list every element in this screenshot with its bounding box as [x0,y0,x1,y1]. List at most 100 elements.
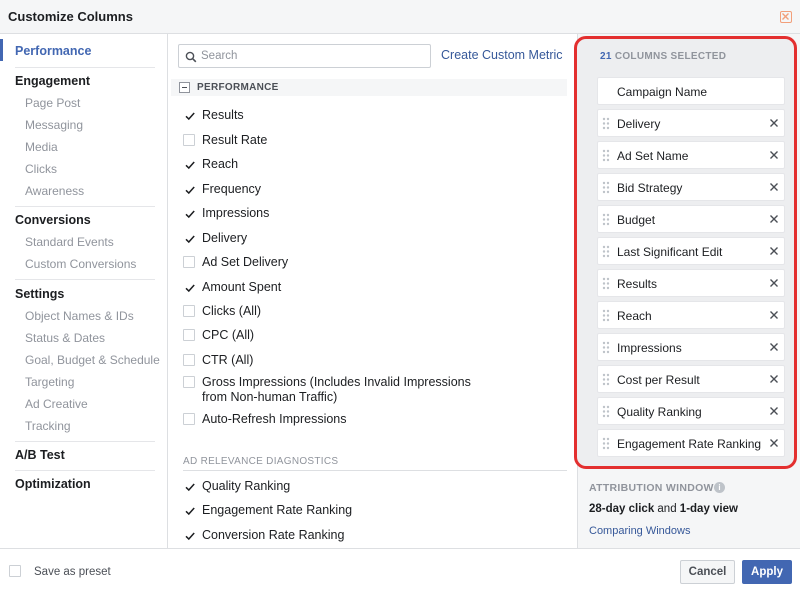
selected-column-bid-strategy[interactable]: Bid Strategy [597,173,785,201]
metric-label: Results [202,108,244,123]
drag-handle-icon[interactable] [602,149,610,162]
sidebar-divider [15,67,155,68]
sidebar-item-tracking[interactable]: Tracking [25,419,71,433]
selected-column-name: Last Significant Edit [617,245,723,259]
sidebar-item-optimization[interactable]: Optimization [15,477,91,491]
drag-handle-icon[interactable] [602,277,610,290]
metric-label: Gross Impressions (Includes Invalid Impr… [202,375,471,405]
sidebar-item-messaging[interactable]: Messaging [25,118,83,132]
sidebar-item-targeting[interactable]: Targeting [25,375,74,389]
metric-checkbox[interactable] [183,504,195,516]
sidebar-item-goal-budget[interactable]: Goal, Budget & Schedule [25,353,160,367]
drag-handle-icon[interactable] [602,437,610,450]
sidebar-item-media[interactable]: Media [25,140,58,154]
sidebar-item-conversions[interactable]: Conversions [15,213,91,227]
selected-column-reach[interactable]: Reach [597,301,785,329]
metric-checkbox[interactable] [183,354,195,366]
selected-column-name: Impressions [617,341,682,355]
apply-button[interactable]: Apply [742,560,792,584]
selected-column-last-significant-edit[interactable]: Last Significant Edit [597,237,785,265]
drag-handle-icon[interactable] [602,405,610,418]
comparing-windows-link[interactable]: Comparing Windows [589,525,690,537]
metric-label-text: Impressions [202,206,270,220]
metric-label-text: Frequency [202,182,262,196]
sidebar-item-ab-test[interactable]: A/B Test [15,448,65,462]
metric-checkbox[interactable] [183,109,195,121]
drag-handle-icon[interactable] [602,245,610,258]
remove-column-icon[interactable] [769,214,779,224]
check-icon [185,210,195,219]
selected-column-budget[interactable]: Budget [597,205,785,233]
metric-checkbox[interactable] [183,305,195,317]
dialog-title: Customize Columns [8,9,133,24]
metric-label: Auto-Refresh Impressions [202,412,347,427]
selected-column-name: Bid Strategy [617,181,683,195]
metric-checkbox[interactable] [183,183,195,195]
selected-column-cost-per-result[interactable]: Cost per Result [597,365,785,393]
selected-column-delivery[interactable]: Delivery [597,109,785,137]
metric-checkbox[interactable] [183,134,195,146]
create-custom-metric-link[interactable]: Create Custom Metric [441,48,563,62]
selected-column-ad-set-name[interactable]: Ad Set Name [597,141,785,169]
sidebar-item-page-post[interactable]: Page Post [25,96,80,110]
drag-handle-icon[interactable] [602,373,610,386]
metric-checkbox[interactable] [183,480,195,492]
remove-column-icon[interactable] [769,118,779,128]
metric-checkbox[interactable] [183,158,195,170]
sidebar-item-clicks[interactable]: Clicks [25,162,57,176]
metric-checkbox[interactable] [183,232,195,244]
search-input[interactable] [201,48,425,64]
sidebar-item-awareness[interactable]: Awareness [25,184,84,198]
metric-checkbox[interactable] [183,413,195,425]
metric-checkbox[interactable] [183,256,195,268]
metric-label-text: Results [202,108,244,122]
metric-checkbox[interactable] [183,376,195,388]
sidebar-item-custom-conversions[interactable]: Custom Conversions [25,257,136,271]
metric-checkbox[interactable] [183,329,195,341]
drag-handle-icon[interactable] [602,341,610,354]
sidebar-item-object-names[interactable]: Object Names & IDs [25,309,134,323]
save-preset-checkbox[interactable] [9,565,21,577]
metric-checkbox[interactable] [183,529,195,541]
sidebar-divider [15,206,155,207]
columns-selected-count: 21 COLUMNS SELECTED [600,51,726,62]
check-icon [185,483,195,492]
dialog-title-bar: Customize Columns [0,0,800,34]
remove-column-icon[interactable] [769,278,779,288]
metric-label-text: Amount Spent [202,280,282,294]
metric-checkbox[interactable] [183,281,195,293]
remove-column-icon[interactable] [769,246,779,256]
close-icon[interactable] [780,11,792,23]
drag-handle-icon[interactable] [602,309,610,322]
sidebar-item-ad-creative[interactable]: Ad Creative [25,397,88,411]
sidebar-item-engagement[interactable]: Engagement [15,74,90,88]
performance-section-header[interactable]: PERFORMANCE [171,79,567,96]
remove-column-icon[interactable] [769,406,779,416]
drag-handle-icon[interactable] [602,117,610,130]
remove-column-icon[interactable] [769,310,779,320]
remove-column-icon[interactable] [769,438,779,448]
cancel-button[interactable]: Cancel [680,560,735,584]
sidebar-item-performance[interactable]: Performance [15,44,91,58]
selected-count-label: COLUMNS SELECTED [614,51,727,62]
sidebar-item-status-dates[interactable]: Status & Dates [25,331,105,345]
sidebar-item-standard-events[interactable]: Standard Events [25,235,114,249]
remove-column-icon[interactable] [769,182,779,192]
remove-column-icon[interactable] [769,150,779,160]
sidebar-item-settings[interactable]: Settings [15,287,64,301]
selected-column-campaign-name[interactable]: Campaign Name [597,77,785,105]
selected-column-results[interactable]: Results [597,269,785,297]
collapse-icon[interactable] [179,82,190,93]
selected-column-impressions[interactable]: Impressions [597,333,785,361]
drag-handle-icon[interactable] [602,213,610,226]
remove-column-icon[interactable] [769,374,779,384]
search-icon [185,51,197,63]
check-icon [185,507,195,516]
drag-handle-icon[interactable] [602,181,610,194]
selected-column-engagement-rate-ranking[interactable]: Engagement Rate Ranking [597,429,785,457]
remove-column-icon[interactable] [769,342,779,352]
selected-column-quality-ranking[interactable]: Quality Ranking [597,397,785,425]
info-icon[interactable]: i [714,482,725,493]
sidebar-divider [15,470,155,471]
metric-checkbox[interactable] [183,207,195,219]
